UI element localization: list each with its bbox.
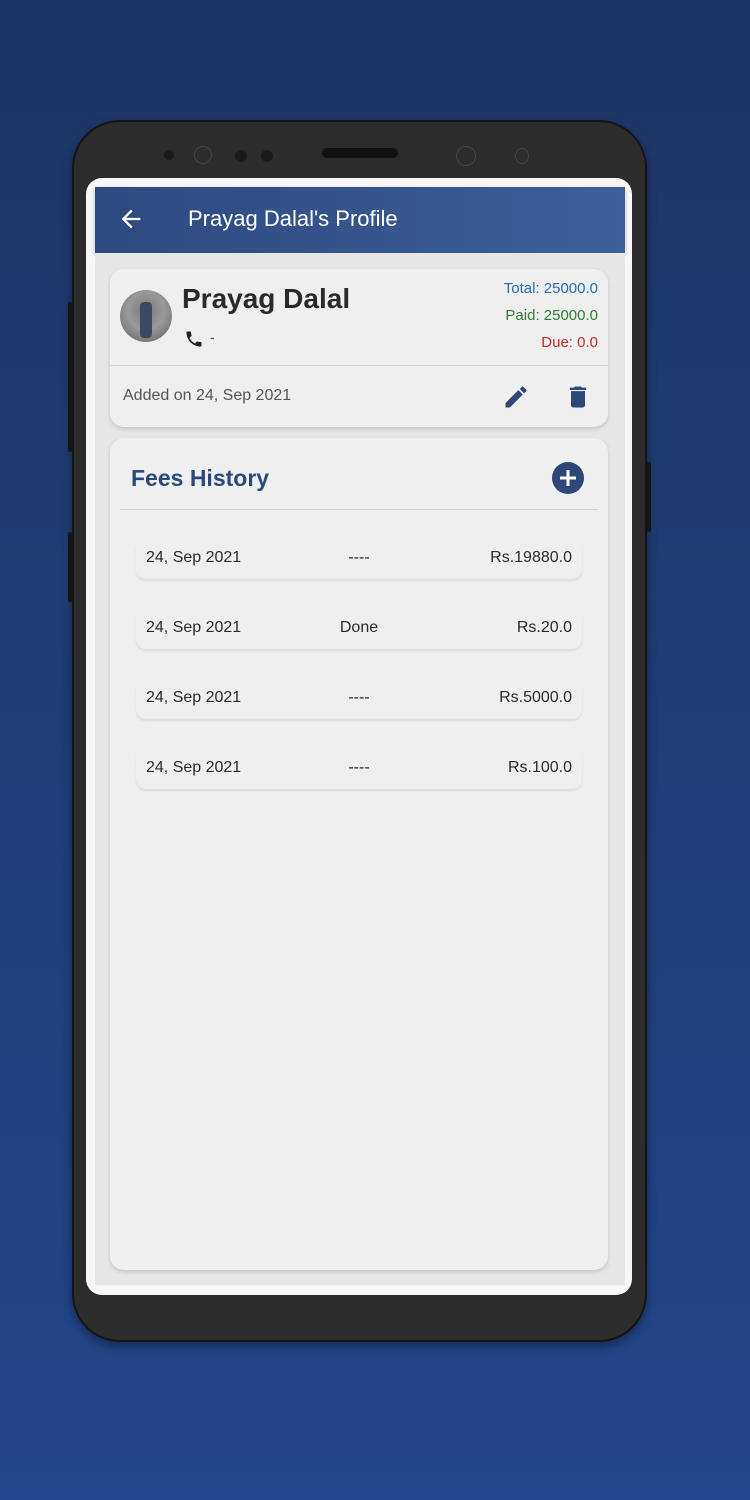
sensor	[515, 148, 529, 164]
fee-amount: Rs.100.0	[507, 759, 572, 776]
student-name: Prayag Dalal	[182, 283, 351, 314]
sensor	[261, 150, 273, 162]
side-button	[68, 532, 72, 602]
page-title: Prayag Dalal's Profile	[188, 206, 398, 231]
front-camera	[456, 146, 476, 166]
paid-amount: Paid: 25000.0	[505, 307, 598, 324]
side-button	[68, 302, 72, 452]
add-fee-button[interactable]	[552, 462, 584, 494]
total-amount: Total: 25000.0	[503, 280, 598, 297]
screen: Prayag Dalal's Profile Prayag Dalal - To…	[86, 178, 632, 1295]
fee-row[interactable]: 24, Sep 2021 ---- Rs.19880.0	[136, 539, 582, 579]
fee-note: Done	[339, 619, 379, 636]
speaker	[322, 148, 398, 158]
phone-number: -	[210, 329, 215, 345]
fees-history-card: Fees History 24, Sep 2021 ---- Rs.19880.…	[110, 438, 608, 1270]
delete-icon[interactable]	[564, 383, 592, 411]
fees-history-title: Fees History	[131, 465, 270, 491]
phone-icon	[186, 331, 202, 347]
sensor	[194, 146, 212, 164]
app-bar: Prayag Dalal's Profile	[95, 187, 625, 253]
content-area: Prayag Dalal - Total: 25000.0 Paid: 2500…	[95, 253, 625, 1285]
divider	[120, 509, 598, 510]
divider	[110, 365, 608, 366]
sensor	[164, 150, 174, 160]
edit-icon[interactable]	[502, 383, 530, 411]
fee-row[interactable]: 24, Sep 2021 ---- Rs.5000.0	[136, 679, 582, 719]
arrow-left-icon[interactable]	[117, 205, 145, 233]
sensor	[235, 150, 247, 162]
fee-amount: Rs.5000.0	[499, 689, 572, 706]
fee-amount: Rs.19880.0	[490, 549, 572, 566]
due-amount: Due: 0.0	[541, 334, 598, 351]
fee-amount: Rs.20.0	[516, 619, 572, 636]
plus-icon	[560, 470, 576, 486]
fee-row[interactable]: 24, Sep 2021 Done Rs.20.0	[136, 609, 582, 649]
profile-card: Prayag Dalal - Total: 25000.0 Paid: 2500…	[110, 269, 608, 427]
side-button	[647, 462, 651, 532]
avatar	[120, 290, 172, 342]
fee-row[interactable]: 24, Sep 2021 ---- Rs.100.0	[136, 749, 582, 789]
added-date: Added on 24, Sep 2021	[123, 387, 292, 404]
